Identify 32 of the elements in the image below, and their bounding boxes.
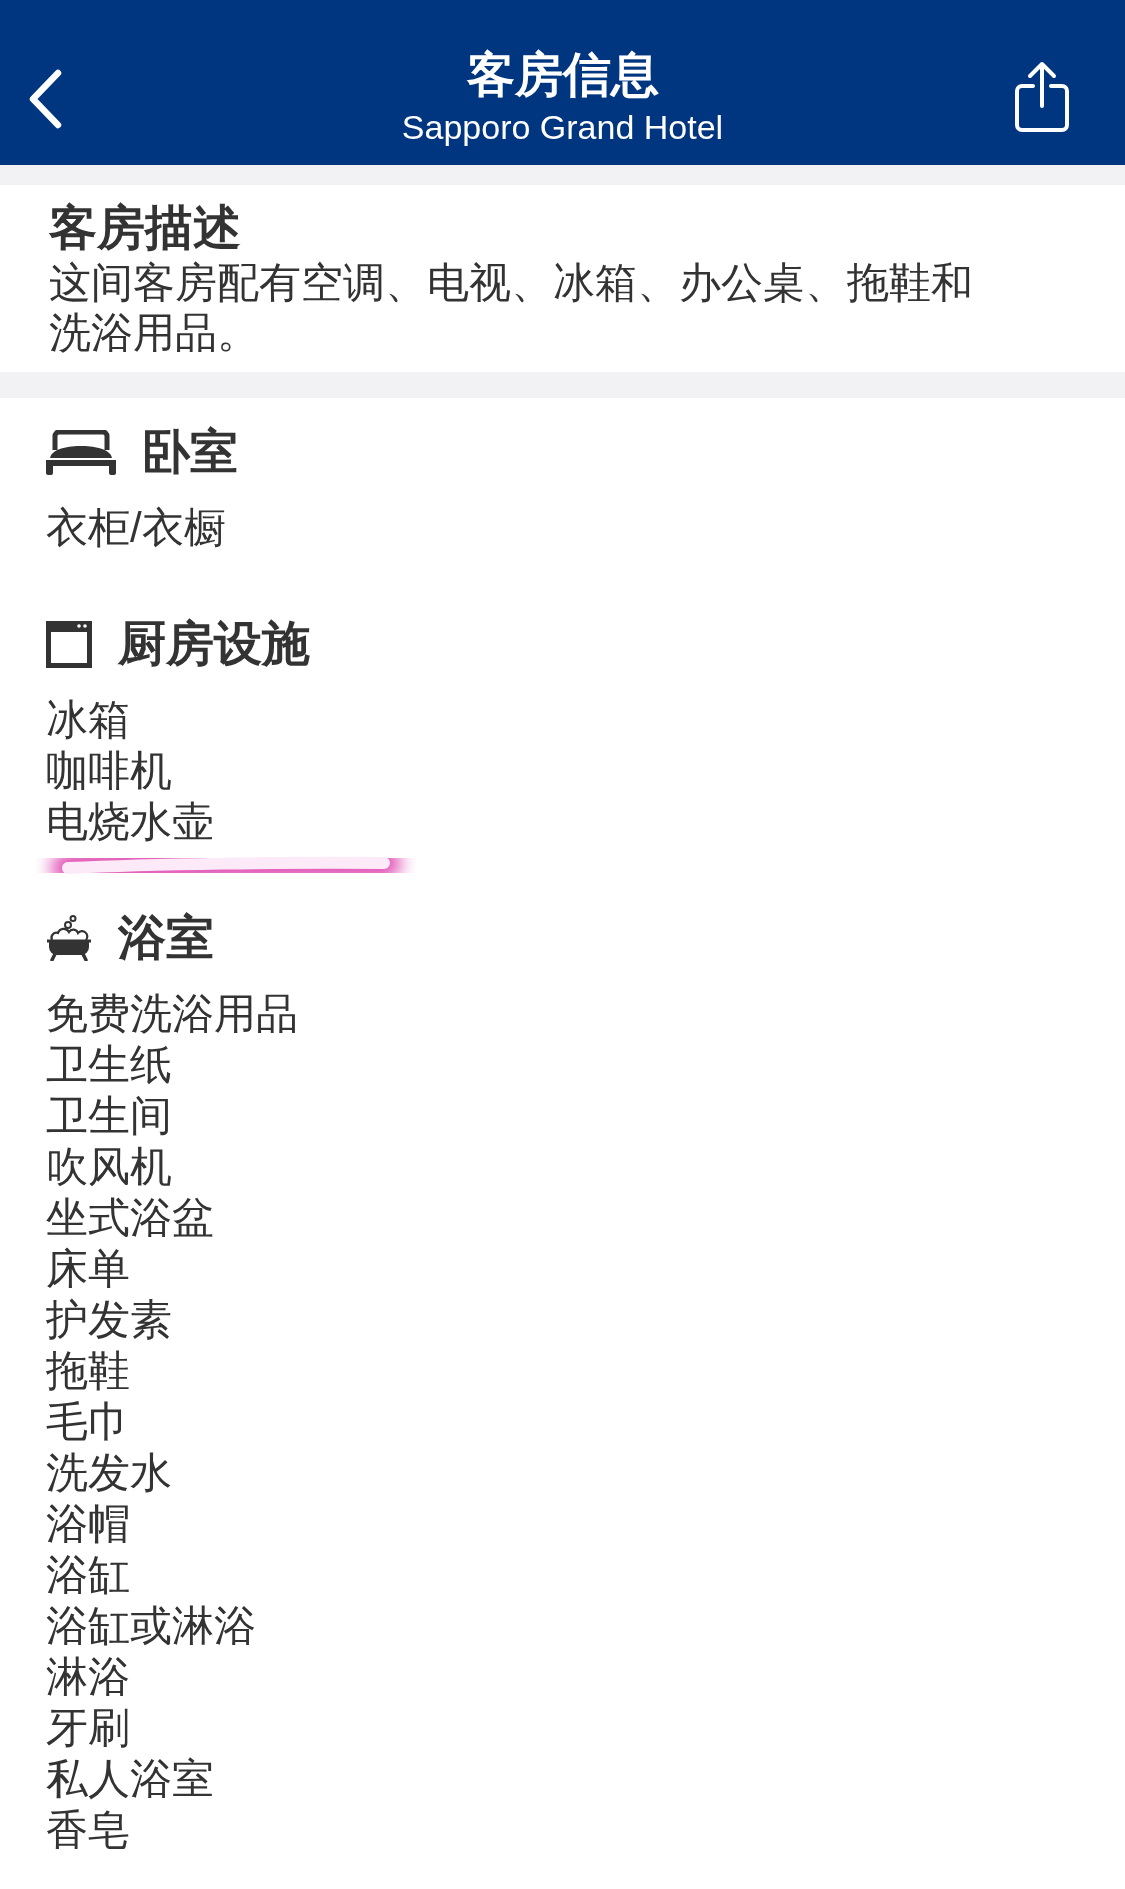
hotel-name: Sapporo Grand Hotel	[401, 107, 724, 147]
amenity-item: 拖鞋	[46, 1346, 130, 1396]
bathtub-icon	[46, 915, 92, 961]
amenity-item: 洗发水	[46, 1448, 172, 1498]
section-title: 厨房设施	[118, 616, 310, 672]
oven-icon	[46, 620, 92, 668]
amenity-item: 牙刷	[46, 1703, 130, 1753]
amenity-item: 卫生间	[46, 1091, 172, 1141]
description-text: 这间客房配有空调、电视、冰箱、办公桌、拖鞋和洗浴用品。	[49, 258, 974, 358]
amenity-item: 浴帽	[46, 1499, 130, 1549]
amenity-item: 浴缸或淋浴	[46, 1601, 256, 1651]
section-title: 浴室	[118, 910, 214, 966]
amenity-item: 坐式浴盆	[46, 1193, 214, 1243]
amenity-item: 卫生纸	[46, 1040, 172, 1090]
page-title: 客房信息	[466, 47, 659, 103]
amenity-item: 咖啡机	[46, 746, 172, 796]
amenity-item: 衣柜/衣橱	[46, 503, 226, 553]
amenity-item: 香皂	[46, 1805, 130, 1855]
amenity-item: 淋浴	[46, 1652, 130, 1702]
amenity-item: 免费洗浴用品	[46, 989, 298, 1039]
section-title: 卧室	[142, 424, 238, 480]
share-icon	[1013, 60, 1071, 132]
amenity-item: 私人浴室	[46, 1754, 214, 1804]
amenity-item: 吹风机	[46, 1142, 172, 1192]
amenity-item: 冰箱	[46, 695, 130, 745]
amenity-item: 床单	[46, 1244, 130, 1294]
amenity-item: 浴缸	[46, 1550, 130, 1600]
amenity-item: 电烧水壶	[46, 797, 214, 847]
amenity-item: 护发素	[46, 1295, 172, 1345]
bed-icon	[46, 429, 116, 475]
amenity-item: 毛巾	[46, 1397, 130, 1447]
section-title: 客房描述	[49, 200, 242, 256]
